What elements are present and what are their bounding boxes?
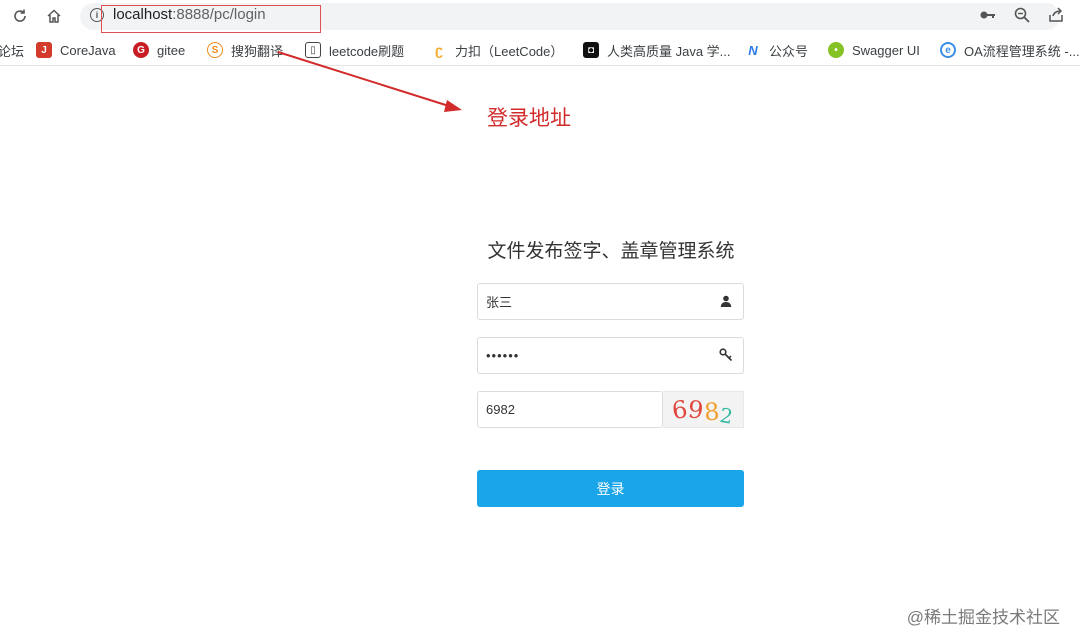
key-icon [719,348,733,362]
home-icon[interactable] [42,5,66,27]
share-icon[interactable] [1047,6,1065,28]
password-input[interactable] [478,338,698,373]
corejava-icon: J [36,42,52,58]
key-icon[interactable] [979,6,997,28]
captcha-image[interactable]: 6 9 8 2 [663,391,744,428]
bookmark-label: leetcode刷题 [329,43,405,59]
captcha-digit: 2 [717,402,736,429]
sogou-icon: S [207,42,223,58]
bookmark-label: CoreJava [60,42,116,58]
bookmark-swagger[interactable]: • Swagger UI [828,40,920,60]
password-field[interactable] [477,337,744,374]
browser-toolbar: i localhost:8888/pc/login [0,0,1080,33]
captcha-field[interactable] [477,391,663,428]
annotation-arrow [277,51,462,112]
url-highlight-box [101,5,321,33]
bookmark-label: 论坛 [0,43,25,59]
oa-icon: e [940,42,956,58]
bookmark-leetcode-cn[interactable]: ʗ 力扣（LeetCode） [431,40,563,60]
bookmark-label: Swagger UI [852,42,920,58]
username-input[interactable] [478,284,698,319]
bookmark-label: 力扣（LeetCode） [455,43,564,59]
bookmarks-bar: 论坛 J CoreJava G gitee S 搜狗翻译 ▯ leetcode刷… [0,34,1080,66]
username-field[interactable] [477,283,744,320]
bookmark-label: OA流程管理系统 -... [964,43,1080,59]
bookmark-sogou[interactable]: S 搜狗翻译 [207,40,283,60]
login-title: 文件发布签字、盖章管理系统 [487,241,735,262]
bookmark-oa[interactable]: e OA流程管理系统 -... [940,40,1080,60]
captcha-input[interactable] [478,392,653,427]
zoom-icon[interactable] [1013,6,1031,28]
bookmark-label: 公众号 [769,43,809,59]
book-icon: ▯ [305,42,321,58]
bookmark-leetcode-practice[interactable]: ▯ leetcode刷题 [305,40,404,60]
bookmark-wechat-mp[interactable]: N 公众号 [745,40,808,60]
annotation-label: 登录地址 [487,106,571,130]
user-icon [719,294,733,308]
bookmark-corejava[interactable]: J CoreJava [36,40,116,60]
bookmark-gitee[interactable]: G gitee [133,40,185,60]
bookmark-label: 人类高质量 Java 学... [607,43,731,59]
java-site-icon: ◘ [583,42,599,58]
bookmark-label: gitee [157,42,186,58]
watermark: @稀土掘金技术社区 [906,608,1060,627]
bookmark-java-site[interactable]: ◘ 人类高质量 Java 学... [583,40,731,60]
reload-icon[interactable] [8,5,32,27]
wechat-mp-icon: N [745,42,761,58]
leetcode-icon: ʗ [431,42,447,58]
bookmark-forum[interactable]: 论坛 [0,40,24,60]
login-button[interactable]: 登录 [477,470,744,507]
swagger-icon: • [828,42,844,58]
gitee-icon: G [133,42,149,58]
bookmark-label: 搜狗翻译 [231,43,284,59]
